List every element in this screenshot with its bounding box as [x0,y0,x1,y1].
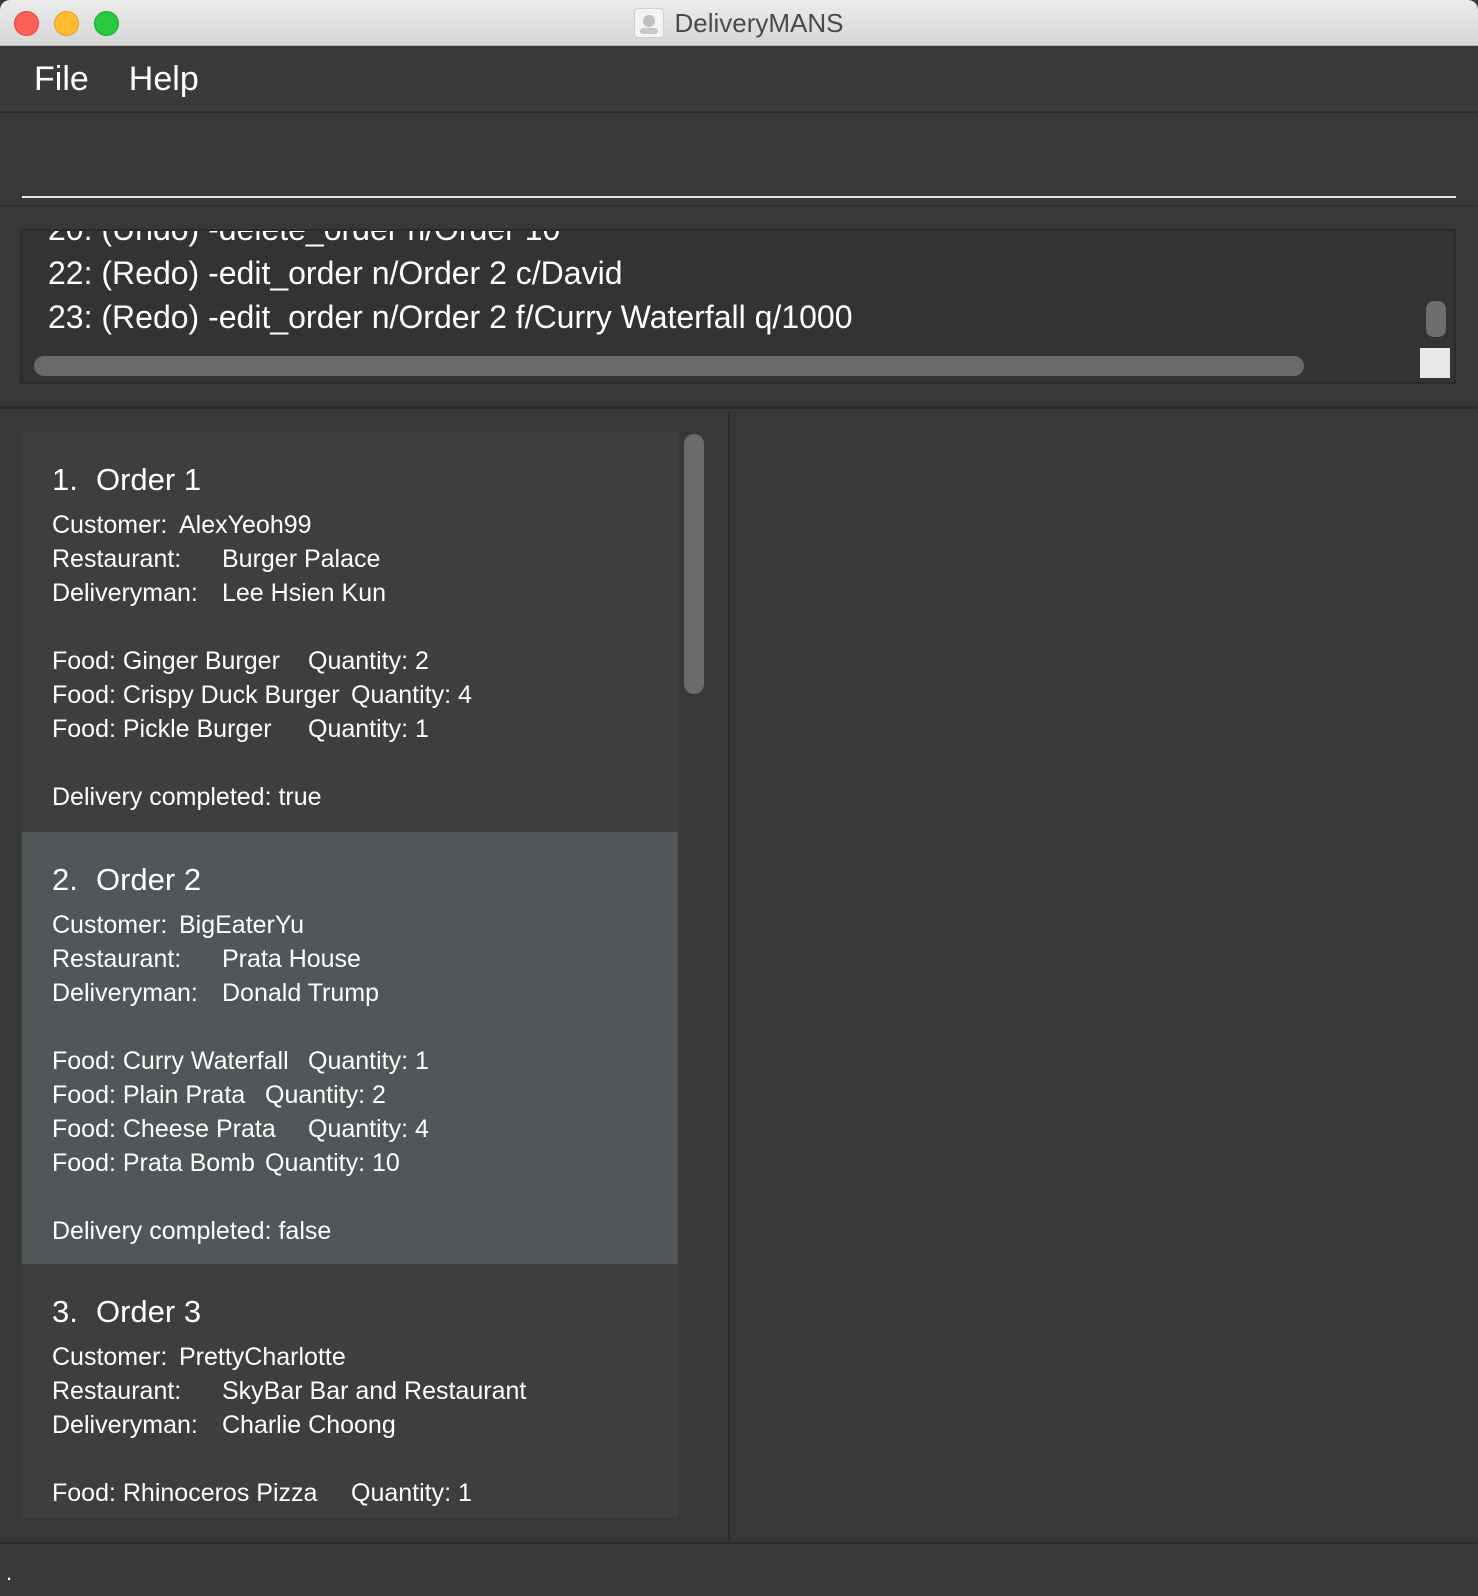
delivery-status: Delivery completed: true [52,783,322,811]
panel-divider[interactable] [728,412,730,1542]
app-icon [634,8,665,38]
restaurant-value: Burger Palace [222,545,381,573]
menu-help[interactable]: Help [129,60,199,99]
restaurant-row: Restaurant: Prata House [52,942,648,976]
deliveryman-value: Charlie Choong [222,1411,396,1439]
customer-value: BigEaterYu [179,911,305,939]
history-horizontal-scroll-thumb[interactable] [34,356,1304,376]
food-row: Food: Pickle Burger Quantity: 1 [52,712,648,746]
food-name: Food: Ginger Burger [52,647,280,675]
order-card[interactable]: 3. Order 3 Customer: PrettyCharlotte Res… [22,1264,678,1518]
restaurant-value: Prata House [222,945,361,973]
window-title: DeliveryMANS [674,7,844,38]
command-box-area [0,115,1478,207]
order-name: Order 1 [96,462,202,497]
food-quantity: Quantity: 4 [308,1115,429,1143]
food-row: Food: Crispy Duck Burger Quantity: 4 [52,678,648,712]
food-quantity: Quantity: 10 [265,1149,400,1177]
order-card-selected[interactable]: 2. Order 2 Customer: BigEaterYu Restaura… [22,832,678,1264]
food-row: Food: Curry Waterfall Quantity: 1 [52,1044,648,1078]
order-name: Order 2 [96,862,202,897]
scroll-corner [1420,348,1450,378]
order-header: 2. Order 2 [52,862,648,898]
deliveryman-value: Donald Trump [222,979,380,1007]
food-name: Food: Prata Bomb [52,1149,255,1177]
food-row: Food: Cheese Prata Quantity: 4 [52,1112,648,1146]
customer-label: Customer: [52,511,168,539]
order-header: 1. Order 1 [52,462,648,498]
restaurant-label: Restaurant: [52,545,182,573]
food-row: Food: Ginger Burger Quantity: 2 [52,644,648,678]
customer-row: Customer: BigEaterYu [52,908,648,942]
deliveryman-row: Deliveryman: Donald Trump [52,976,648,1010]
history-horizontal-scrollbar[interactable] [34,356,1304,376]
food-name: Food: Pickle Burger [52,715,272,743]
history-vertical-scroll-thumb[interactable] [1426,301,1446,337]
status-text: . [6,1560,13,1585]
deliveryman-row: Deliveryman: Charlie Choong [52,1408,648,1442]
food-quantity: Quantity: 1 [308,1047,429,1075]
window-title-group: DeliveryMANS [0,0,1478,46]
restaurant-label: Restaurant: [52,1377,182,1405]
detail-panel [732,412,1478,1542]
menu-file[interactable]: File [34,60,89,99]
history-line: 22: (Redo) -edit_order n/Order 2 c/David [48,255,623,291]
deliveryman-value: Lee Hsien Kun [222,579,387,607]
status-bar: . [0,1542,1478,1596]
food-name: Food: Rhinoceros Pizza [52,1479,318,1507]
order-header: 3. Order 3 [52,1294,648,1330]
main-area: 1. Order 1 Customer: AlexYeoh99 Restaura… [0,412,1478,1542]
command-input[interactable] [22,123,1456,198]
order-list[interactable]: 1. Order 1 Customer: AlexYeoh99 Restaura… [22,432,678,1518]
history-line: 23: (Redo) -edit_order n/Order 2 f/Curry… [48,299,853,335]
history-line: 20: (Undo) -delete_order n/Order 10 [48,229,561,247]
customer-value: PrettyCharlotte [179,1343,346,1371]
history-area: 20: (Undo) -delete_order n/Order 10 22: … [0,209,1478,409]
food-name: Food: Curry Waterfall [52,1047,289,1075]
food-name: Food: Cheese Prata [52,1115,276,1143]
food-name: Food: Crispy Duck Burger [52,681,340,709]
customer-row: Customer: AlexYeoh99 [52,508,648,542]
food-row: Food: Prata Bomb Quantity: 10 [52,1146,648,1180]
restaurant-row: Restaurant: SkyBar Bar and Restaurant [52,1374,648,1408]
restaurant-row: Restaurant: Burger Palace [52,542,648,576]
food-name: Food: Plain Prata [52,1081,246,1109]
customer-row: Customer: PrettyCharlotte [52,1340,648,1374]
restaurant-label: Restaurant: [52,945,182,973]
order-card[interactable]: 1. Order 1 Customer: AlexYeoh99 Restaura… [22,432,678,832]
delivery-status: Delivery completed: false [52,1217,332,1245]
food-quantity: Quantity: 1 [351,1479,472,1507]
customer-value: AlexYeoh99 [179,511,312,539]
order-index: 2. [52,862,78,897]
food-quantity: Quantity: 1 [308,715,429,743]
order-index: 1. [52,462,78,497]
history-display[interactable]: 20: (Undo) -delete_order n/Order 10 22: … [20,229,1456,384]
deliveryman-row: Deliveryman: Lee Hsien Kun [52,576,648,610]
restaurant-value: SkyBar Bar and Restaurant [222,1377,527,1405]
deliveryman-label: Deliveryman: [52,979,198,1007]
deliveryman-label: Deliveryman: [52,1411,198,1439]
title-bar: DeliveryMANS [0,0,1478,46]
food-quantity: Quantity: 2 [308,647,429,675]
food-quantity: Quantity: 2 [265,1081,386,1109]
order-name: Order 3 [96,1294,202,1329]
history-lines: 20: (Undo) -delete_order n/Order 10 22: … [48,229,853,339]
food-quantity: Quantity: 4 [351,681,472,709]
deliveryman-label: Deliveryman: [52,579,198,607]
food-row: Food: Rhinoceros Pizza Quantity: 1 [52,1476,648,1510]
customer-label: Customer: [52,911,168,939]
order-list-scroll-thumb[interactable] [684,434,704,694]
order-index: 3. [52,1294,78,1329]
food-row: Food: Plain Prata Quantity: 2 [52,1078,648,1112]
customer-label: Customer: [52,1343,168,1371]
menu-bar: File Help [0,47,1478,113]
